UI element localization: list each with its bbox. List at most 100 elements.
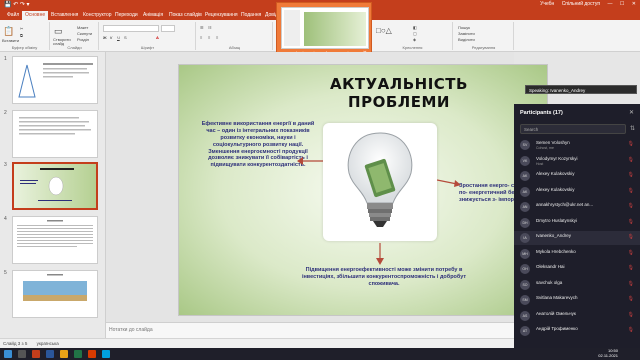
language-indicator[interactable]: українська	[37, 341, 59, 346]
slide-preview[interactable]	[12, 162, 98, 210]
tab-slideshow[interactable]: Показ слайдів	[166, 11, 205, 20]
tab-view[interactable]: Подання	[238, 11, 264, 20]
slide-bottom-textbox[interactable]: Підвищення енергоефективності може зміни…	[289, 267, 479, 288]
tab-review[interactable]: Рецензування	[202, 11, 241, 20]
close-panel-icon[interactable]: ✕	[629, 109, 634, 116]
font-name-select[interactable]	[103, 25, 159, 32]
light-bulb-image[interactable]	[323, 123, 437, 241]
powerpoint-icon[interactable]	[32, 350, 40, 358]
participant-row[interactable]: MH Mykola Hrebchenko 🎙	[514, 247, 640, 261]
sort-icon[interactable]: ⇅	[630, 125, 635, 132]
numbering-icon[interactable]: ☷	[208, 25, 212, 30]
participant-row[interactable]: VK Volodymyr Kozyrskyi Host 🎙	[514, 154, 640, 168]
slide-preview[interactable]	[12, 110, 98, 158]
tab-home[interactable]: Основне	[22, 11, 49, 20]
reset-button[interactable]: Скинути	[77, 31, 92, 36]
participant-row[interactable]: AK Alexey Kulakovskiy 🎙	[514, 185, 640, 199]
maximize-icon[interactable]: ☐	[620, 1, 624, 7]
muted-mic-icon[interactable]: 🎙	[628, 203, 634, 209]
muted-mic-icon[interactable]: 🎙	[628, 141, 634, 147]
muted-mic-icon[interactable]: 🎙	[628, 157, 634, 163]
section-button[interactable]: Розділ	[77, 37, 89, 42]
shape-outline-icon[interactable]: ▢	[413, 31, 417, 36]
tab-animations[interactable]: Анімація	[140, 11, 166, 20]
slide-thumbnail[interactable]: 4	[4, 216, 102, 268]
slide-title[interactable]: АКТУАЛЬНІСТЬ ПРОБЛЕМИ	[279, 75, 519, 111]
muted-mic-icon[interactable]: 🎙	[628, 327, 634, 333]
align-right-icon[interactable]: ≡	[216, 35, 218, 40]
layout-button[interactable]: Макет	[77, 25, 88, 30]
underline-icon[interactable]: Ч	[117, 35, 120, 40]
muted-mic-icon[interactable]: 🎙	[628, 281, 634, 287]
muted-mic-icon[interactable]: 🎙	[628, 188, 634, 194]
shape-effects-icon[interactable]: ◈	[413, 37, 416, 42]
current-slide[interactable]: АКТУАЛЬНІСТЬ ПРОБЛЕМИ Ефективне використ…	[178, 64, 548, 316]
minimize-icon[interactable]: —	[608, 1, 613, 7]
tab-design[interactable]: Конструктор	[80, 11, 115, 20]
participant-row[interactable]: IA Ivanenko_Andrey 🎙	[514, 231, 640, 245]
explorer-icon[interactable]	[60, 350, 68, 358]
search-icon[interactable]	[18, 350, 26, 358]
participant-row[interactable]: OH Oleksandr Hai 🎙	[514, 262, 640, 276]
share-button[interactable]: Спільний доступ	[562, 1, 600, 7]
participant-row[interactable]: AK Alexey Kulakovskiy 🎙	[514, 169, 640, 183]
slide-thumbnail[interactable]: 5	[4, 270, 102, 322]
font-size-select[interactable]	[161, 25, 175, 32]
participant-row[interactable]: SO savchuk olga 🎙	[514, 278, 640, 292]
participant-row[interactable]: SM Svitlana Makarevych 🎙	[514, 293, 640, 307]
slide-thumbnail[interactable]: 2	[4, 110, 102, 162]
quick-access-toolbar[interactable]: 💾 ↶ ↷ ▾	[4, 1, 30, 8]
slide-preview[interactable]	[12, 270, 98, 318]
find-button[interactable]: Пошук	[458, 25, 470, 30]
participant-row[interactable]: SV Semen Voloshyn Cohost, me 🎙	[514, 138, 640, 152]
cut-icon[interactable]: ✂	[20, 26, 23, 31]
account-name[interactable]: Учебн	[540, 1, 554, 7]
muted-mic-icon[interactable]: 🎙	[628, 312, 634, 318]
strikethrough-icon[interactable]: S	[124, 35, 127, 40]
ribbon-group-clipboard: 📋 Вставити ✂ ⧉ Буфер обміну	[0, 22, 50, 50]
tab-file[interactable]: Файл	[4, 11, 22, 20]
muted-mic-icon[interactable]: 🎙	[628, 172, 634, 178]
avatar: OH	[520, 264, 530, 274]
tab-insert[interactable]: Вставлення	[48, 11, 81, 20]
paste-icon[interactable]: 📋	[3, 26, 14, 37]
system-clock[interactable]: 10:50 02.11.2021	[598, 348, 618, 359]
new-slide-icon[interactable]: ▭	[54, 26, 63, 37]
shape-fill-icon[interactable]: ◧	[413, 25, 417, 30]
participant-row[interactable]: AS Анатолій Омельчук 🎙	[514, 309, 640, 323]
participant-name: Volodymyr Kozyrskyi	[536, 155, 578, 161]
bullets-icon[interactable]: ☰	[200, 25, 204, 30]
muted-mic-icon[interactable]: 🎙	[628, 219, 634, 225]
word-icon[interactable]	[46, 350, 54, 358]
select-button[interactable]: Виділити	[458, 37, 475, 42]
participant-row[interactable]: AT Андрій Трофименко 🎙	[514, 324, 640, 338]
bold-icon[interactable]: Ж	[103, 35, 107, 40]
slide-thumbnail[interactable]: 1	[4, 56, 102, 108]
align-left-icon[interactable]: ≡	[200, 35, 202, 40]
participant-row[interactable]: DH Dmytro Huslatynskyi 🎙	[514, 216, 640, 230]
close-icon[interactable]: ✕	[632, 1, 636, 7]
copy-icon[interactable]: ⧉	[20, 33, 23, 38]
chrome-icon[interactable]	[88, 350, 96, 358]
webex-icon[interactable]	[102, 350, 110, 358]
tab-transitions[interactable]: Переходи	[112, 11, 141, 20]
muted-mic-icon[interactable]: 🎙	[628, 296, 634, 302]
slide-preview[interactable]	[12, 216, 98, 264]
muted-mic-icon[interactable]: 🎙	[628, 265, 634, 271]
slide-preview[interactable]	[12, 56, 98, 104]
muted-mic-icon[interactable]: 🎙	[628, 250, 634, 256]
muted-mic-icon[interactable]: 🎙	[628, 234, 634, 240]
align-center-icon[interactable]: ≡	[208, 35, 210, 40]
notes-pane[interactable]: Нотатки до слайда	[106, 322, 514, 338]
excel-icon[interactable]	[74, 350, 82, 358]
participant-row[interactable]: AN annakhrystych@ukr.net an... 🎙	[514, 200, 640, 214]
start-icon[interactable]	[4, 350, 12, 358]
participants-search-input[interactable]: Search	[520, 124, 626, 134]
shapes-icon[interactable]: □○△	[376, 26, 392, 35]
paste-button[interactable]: Вставити	[2, 38, 19, 43]
participant-name: annakhrystych@ukr.net an...	[536, 202, 594, 207]
replace-button[interactable]: Замінити	[458, 31, 475, 36]
font-color-icon[interactable]: A	[156, 35, 159, 40]
slide-thumbnail-selected[interactable]: 3	[4, 162, 102, 214]
italic-icon[interactable]: К	[110, 35, 112, 40]
